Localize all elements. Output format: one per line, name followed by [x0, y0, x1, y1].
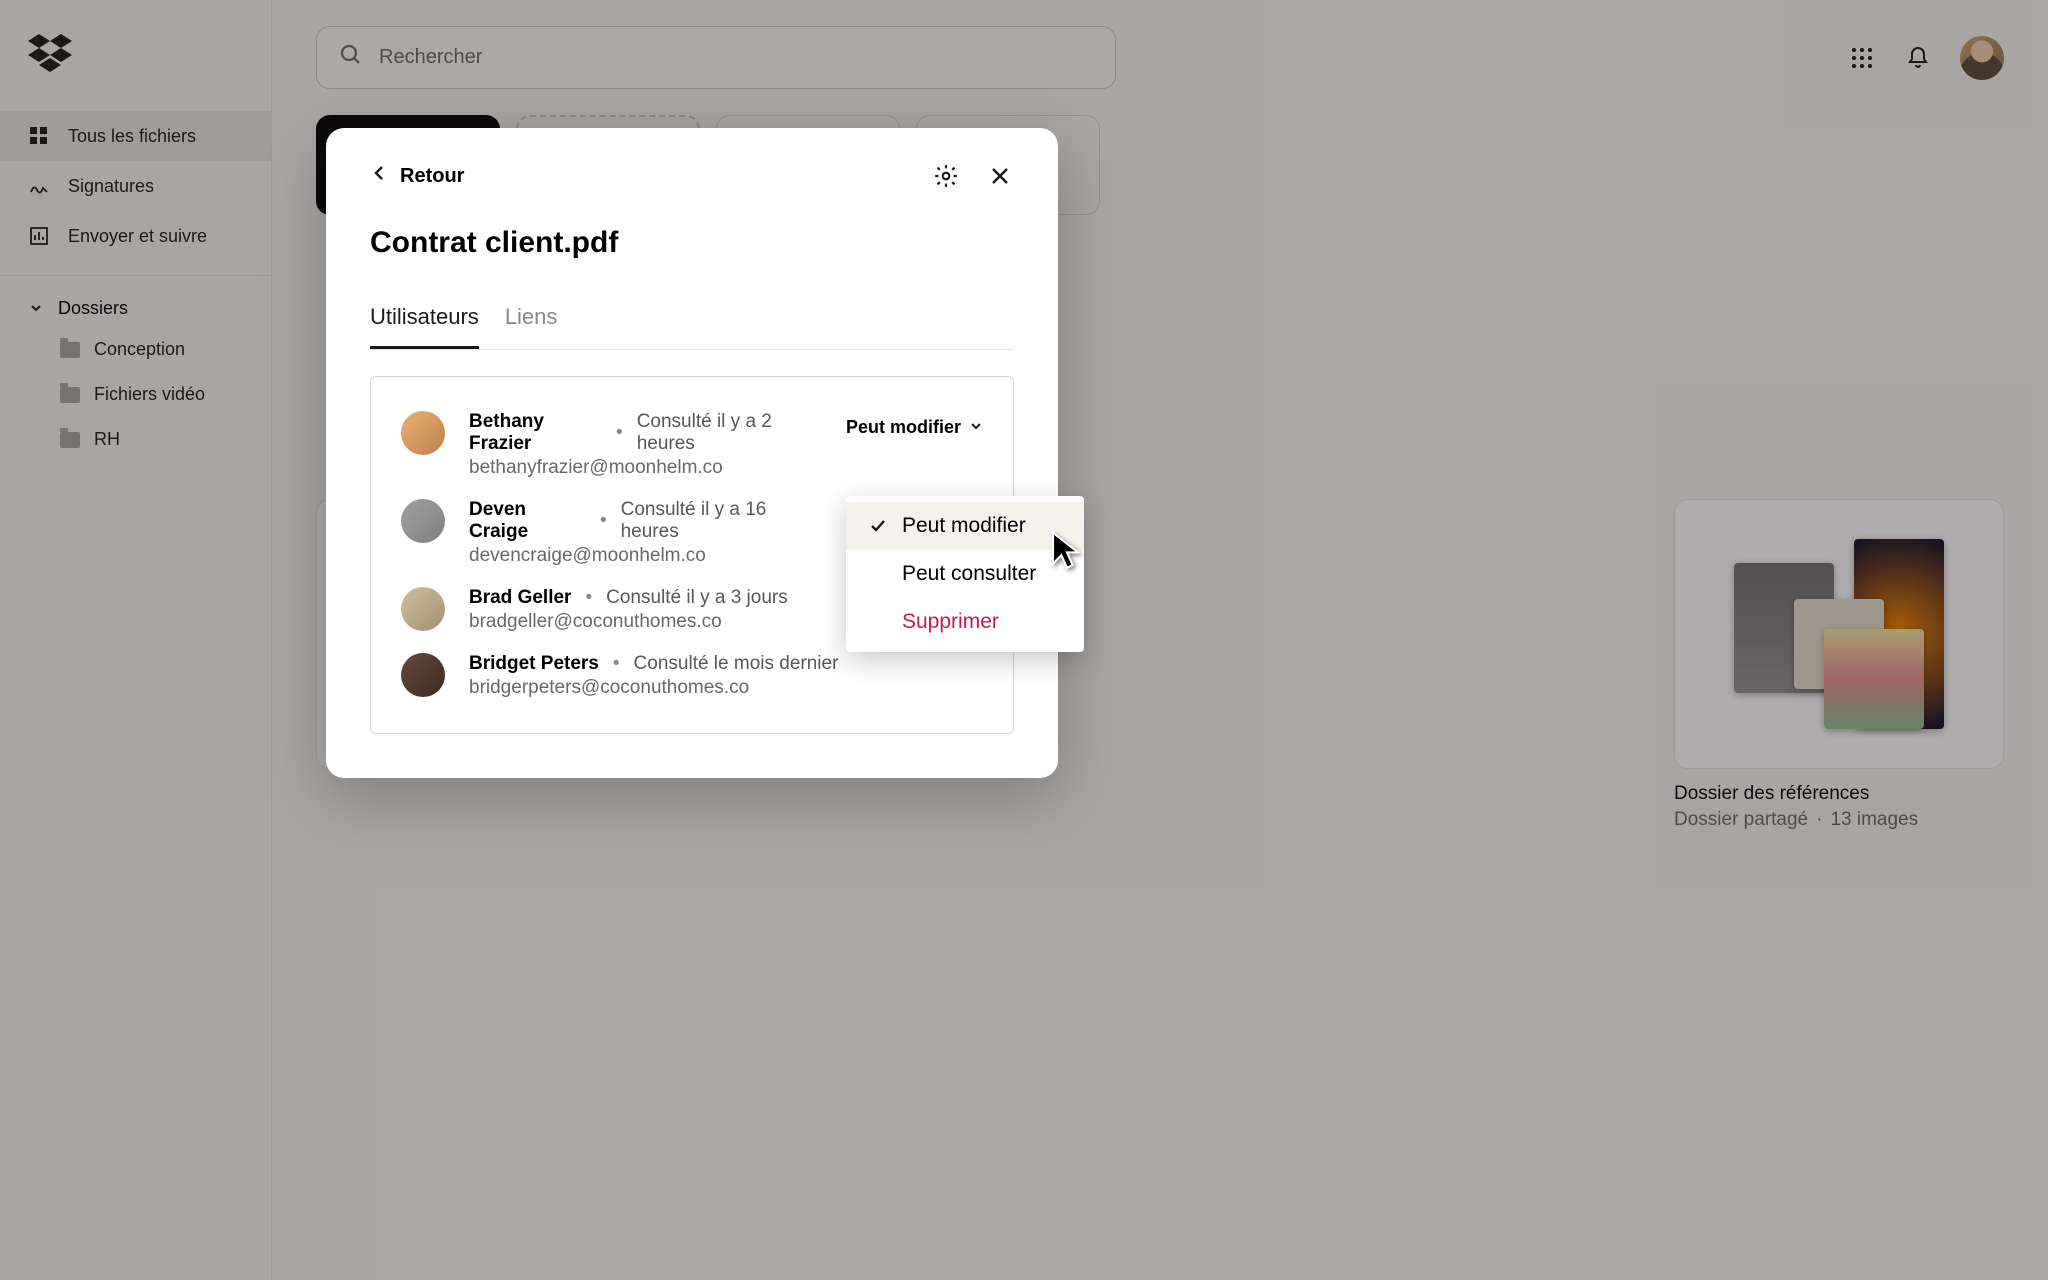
tab-users[interactable]: Utilisateurs [370, 304, 479, 349]
user-email: bethanyfrazier@moonhelm.co [469, 457, 822, 479]
chevron-down-icon [969, 417, 983, 438]
user-name: Deven Craige [469, 499, 586, 543]
user-access-time: Consulté il y a 3 jours [606, 587, 788, 609]
user-email: bridgerpeters@coconuthomes.co [469, 677, 983, 699]
check-icon [868, 517, 888, 535]
user-avatar [401, 653, 445, 697]
user-name: Brad Geller [469, 587, 571, 609]
user-name: Bethany Frazier [469, 411, 602, 455]
option-label: Supprimer [902, 610, 999, 634]
tab-links[interactable]: Liens [505, 304, 558, 349]
permission-option-view[interactable]: Peut consulter [846, 550, 1084, 598]
user-avatar [401, 411, 445, 455]
back-label: Retour [400, 165, 464, 188]
user-row: Bethany Frazier • Consulté il y a 2 heur… [401, 401, 983, 489]
user-name: Bridget Peters [469, 653, 599, 675]
close-icon[interactable] [986, 162, 1014, 190]
modal-title: Contrat client.pdf [370, 226, 1014, 260]
user-access-time: Consulté il y a 16 heures [621, 499, 822, 543]
user-avatar [401, 587, 445, 631]
modal-tabs: Utilisateurs Liens [370, 304, 1014, 350]
permission-option-remove[interactable]: Supprimer [846, 598, 1084, 646]
permission-dropdown-menu: Peut modifier Peut consulter Supprimer [846, 496, 1084, 652]
user-access-time: Consulté il y a 2 heures [637, 411, 822, 455]
user-row: Bridget Peters • Consulté le mois dernie… [401, 643, 983, 709]
user-access-time: Consulté le mois dernier [634, 653, 839, 675]
permission-option-edit[interactable]: Peut modifier [846, 502, 1084, 550]
user-email: devencraige@moonhelm.co [469, 545, 822, 567]
option-label: Peut consulter [902, 562, 1036, 586]
permission-dropdown-button[interactable]: Peut modifier [846, 417, 983, 438]
share-modal: Retour Contrat client.pdf Utilisateurs L… [326, 128, 1058, 778]
back-button[interactable]: Retour [370, 164, 464, 188]
permission-label: Peut modifier [846, 417, 961, 438]
chevron-left-icon [370, 164, 388, 188]
gear-icon[interactable] [932, 162, 960, 190]
option-label: Peut modifier [902, 514, 1026, 538]
user-avatar [401, 499, 445, 543]
